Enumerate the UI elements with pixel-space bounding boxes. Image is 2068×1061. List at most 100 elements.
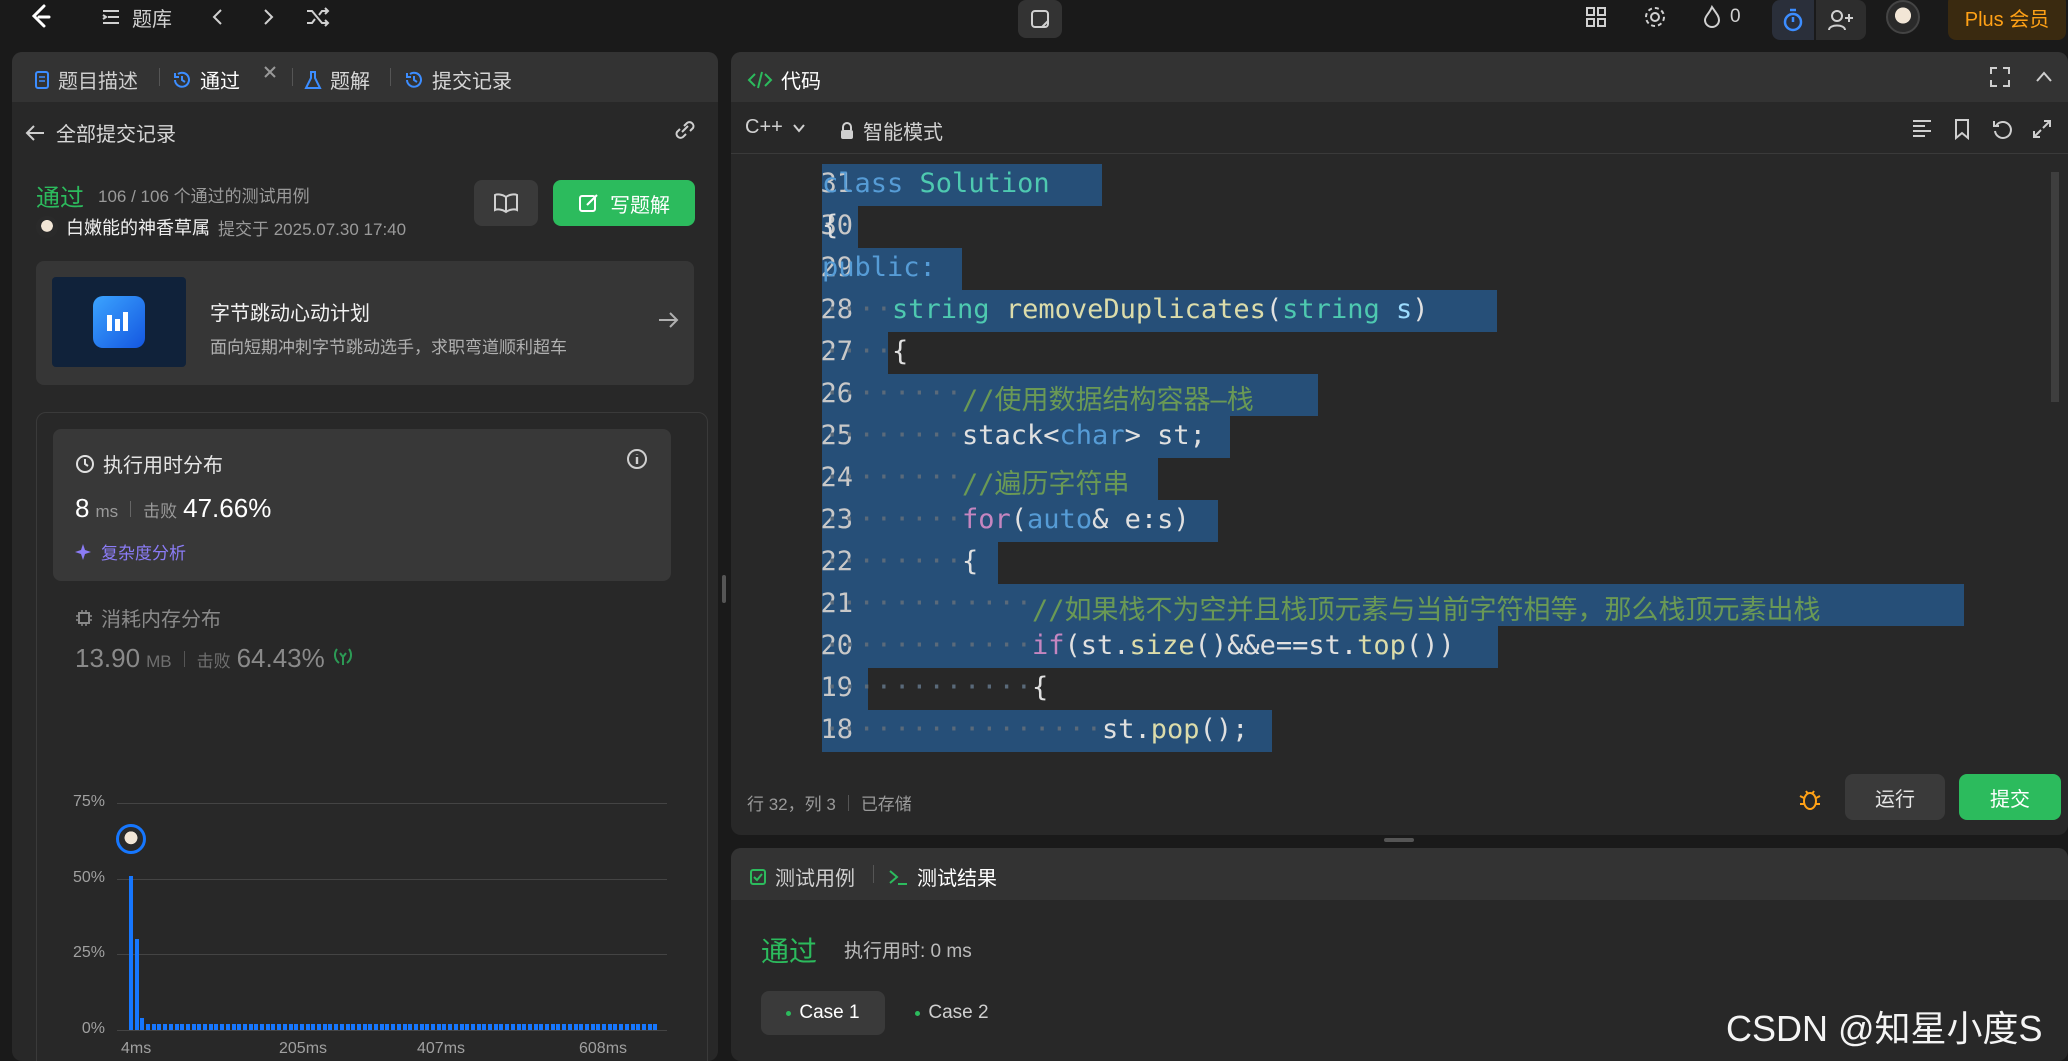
streak-button[interactable]: 0 [1702, 0, 1741, 34]
chart-bar[interactable] [203, 1023, 208, 1030]
chart-bar[interactable] [539, 1023, 544, 1030]
avatar[interactable] [1886, 0, 1920, 34]
code-line[interactable]: 27{···· [731, 332, 2051, 374]
code-line[interactable]: 19{···· ···· ···· [731, 668, 2051, 710]
layout-button[interactable] [1584, 0, 1608, 34]
bookmark-button[interactable] [1953, 118, 1971, 145]
code-line[interactable]: 31 class Solution [731, 164, 2051, 206]
chart-bar[interactable] [436, 1023, 441, 1030]
code-line[interactable]: 23 for(auto& e:s) ···· ···· [731, 500, 2051, 542]
reset-button[interactable] [1991, 118, 2013, 145]
debug-button[interactable] [1797, 786, 1823, 817]
chart-bar[interactable] [482, 1023, 487, 1030]
case-2-tab[interactable]: Case 2 [897, 991, 1007, 1035]
chart-bar[interactable] [545, 1023, 550, 1030]
chart-bar[interactable] [214, 1023, 219, 1030]
chart-bar[interactable] [282, 1023, 287, 1030]
chart-bar[interactable] [465, 1023, 470, 1030]
user-name[interactable]: 白嫩能的神香草属 [66, 214, 210, 240]
chart-bar[interactable] [579, 1023, 584, 1030]
chart-bar[interactable] [527, 1023, 532, 1030]
chart-bar[interactable] [522, 1023, 527, 1030]
chart-bar[interactable] [379, 1023, 384, 1030]
chart-bar[interactable] [185, 1023, 190, 1030]
chart-bar[interactable] [260, 1023, 265, 1030]
close-tab-button[interactable] [262, 64, 278, 80]
timer-button[interactable] [1772, 0, 1814, 40]
code-line[interactable]: 30{ [731, 206, 2051, 248]
code-line[interactable]: 20 if(st.size()&&e==st.top()) ···· ···· ···· [731, 626, 2051, 668]
user-avatar[interactable] [36, 216, 58, 238]
tab-solutions[interactable]: 题解 [304, 65, 370, 94]
chart-bar[interactable] [220, 1023, 225, 1030]
code-line[interactable]: 21//如果栈不为空并且栈顶元素与当前字符相等，那么栈顶元素出栈 ···· ····… [731, 584, 2051, 626]
editor-scrollbar[interactable] [2051, 172, 2059, 402]
chart-bar[interactable] [510, 1023, 515, 1030]
plus-member-button[interactable]: Plus 会员 [1948, 0, 2066, 40]
submit-button[interactable]: 提交 [1959, 774, 2061, 820]
tab-description[interactable]: 题目描述 [34, 65, 138, 94]
chart-bar[interactable] [163, 1023, 168, 1030]
chart-bar[interactable] [636, 1023, 641, 1030]
chart-bar[interactable] [180, 1023, 185, 1030]
chart-bar[interactable] [476, 1023, 481, 1030]
chart-bar[interactable] [453, 1023, 458, 1030]
case-1-tab[interactable]: Case 1 [761, 991, 885, 1035]
notes-book-button[interactable] [474, 180, 538, 226]
chart-bar[interactable] [647, 1023, 652, 1030]
chart-bar[interactable] [151, 1023, 156, 1030]
chart-bar[interactable] [470, 1023, 475, 1030]
code-line[interactable]: 24//遍历字符串 ···· ···· [731, 458, 2051, 500]
chart-bar[interactable] [146, 1023, 151, 1030]
memory-title-row[interactable]: 消耗内存分布 [75, 603, 221, 632]
chart-bar[interactable] [596, 1023, 601, 1030]
chart-bar[interactable] [419, 1023, 424, 1030]
chart-bar[interactable] [499, 1023, 504, 1030]
chart-bar[interactable] [573, 1023, 578, 1030]
problem-bank-button[interactable]: 题库 [100, 0, 172, 34]
chart-bar[interactable] [242, 1023, 247, 1030]
chart-bar[interactable] [391, 1023, 396, 1030]
chart-bar[interactable] [425, 1023, 430, 1030]
chart-bar[interactable] [311, 1023, 316, 1030]
code-editor[interactable]: 31 class Solution 30{29 public: 28 string rem… [731, 164, 2051, 814]
chart-bar[interactable] [653, 1023, 658, 1030]
chart-bar[interactable] [459, 1023, 464, 1030]
chart-bar[interactable] [265, 1023, 270, 1030]
collapse-button[interactable] [2033, 66, 2055, 93]
chart-bar[interactable] [288, 1023, 293, 1030]
back-to-submissions[interactable]: 全部提交记录 [24, 118, 176, 147]
chart-bar[interactable] [619, 1023, 624, 1030]
chart-bar[interactable] [556, 1023, 561, 1030]
code-line[interactable]: 25 stack<char> st; ···· ···· [731, 416, 2051, 458]
chart-bar[interactable] [248, 1023, 253, 1030]
run-button[interactable]: 运行 [1845, 774, 1945, 820]
chart-bar[interactable] [362, 1023, 367, 1030]
chart-bar[interactable] [550, 1023, 555, 1030]
copy-link-button[interactable] [672, 118, 698, 147]
code-line[interactable]: 18 st.pop(); ···· ···· ···· ···· [731, 710, 2051, 752]
tab-results[interactable]: 测试结果 [887, 862, 997, 891]
chart-bar[interactable] [277, 1023, 282, 1030]
chart-bar[interactable] [157, 1023, 162, 1030]
chart-bar[interactable] [339, 1023, 344, 1030]
notes-button[interactable] [1018, 0, 1062, 38]
tab-accepted[interactable]: 通过 [172, 65, 240, 94]
horizontal-resize-handle[interactable] [722, 575, 726, 603]
chart-bar[interactable] [607, 1023, 612, 1030]
chart-bar[interactable] [630, 1023, 635, 1030]
code-line[interactable]: 28 string removeDuplicates(string s) ···· [731, 290, 2051, 332]
chart-bar[interactable] [208, 1023, 213, 1030]
leetcode-logo[interactable] [30, 0, 52, 34]
random-problem-button[interactable] [305, 0, 331, 34]
chart-bar[interactable] [533, 1023, 538, 1030]
code-line[interactable]: 26//使用数据结构容器—栈 ···· ···· [731, 374, 2051, 416]
code-line[interactable]: 22{···· ···· [731, 542, 2051, 584]
chart-bar[interactable] [624, 1023, 629, 1030]
prev-problem-button[interactable] [208, 0, 228, 34]
chart-bar[interactable] [613, 1023, 618, 1030]
chart-bar[interactable] [294, 1023, 299, 1030]
chart-bar[interactable] [134, 939, 139, 1030]
chart-bar[interactable] [317, 1023, 322, 1030]
chart-bar[interactable] [174, 1023, 179, 1030]
